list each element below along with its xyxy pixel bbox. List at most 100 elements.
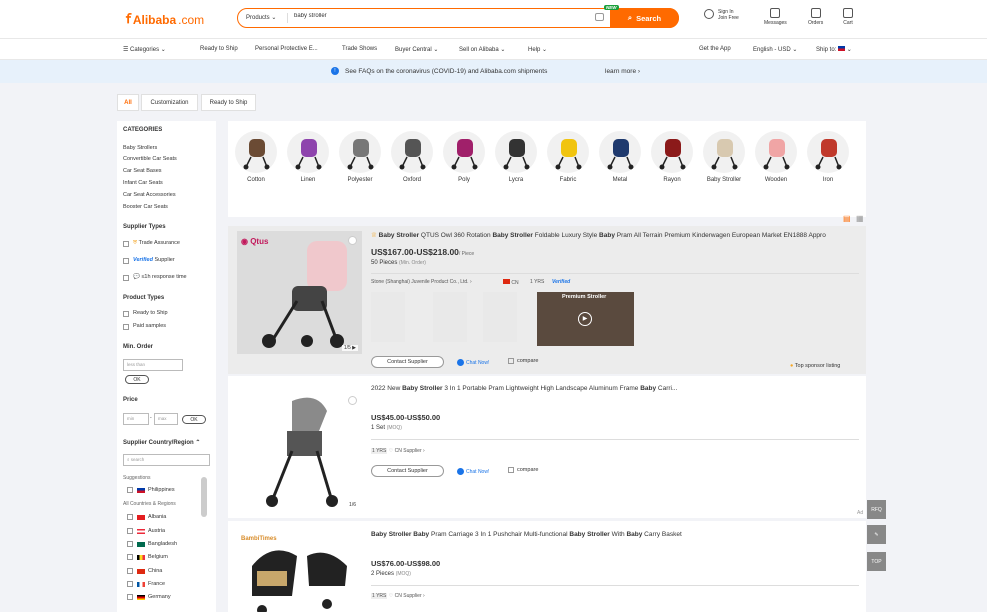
tab-ready-to-ship[interactable]: Ready to Ship: [201, 94, 256, 111]
grid-view-icon[interactable]: ▦: [856, 214, 864, 223]
category-tile[interactable]: Wooden: [753, 131, 799, 183]
favorite-heart-icon[interactable]: [348, 236, 357, 245]
sign-in-link[interactable]: Sign In Join Free: [704, 9, 739, 21]
nav-get-app[interactable]: Get the App: [699, 46, 731, 52]
verified-badge: Verified: [552, 279, 571, 285]
product-listing[interactable]: ◉ Qtus 1/5 ▶ ♕ Baby Stroller QTUS Owl 36…: [228, 214, 866, 374]
divider: [371, 439, 859, 440]
trade-assurance-checkbox[interactable]: [123, 241, 129, 247]
price-dash: -: [150, 415, 152, 421]
product-title[interactable]: 2022 New Baby Stroller 3 In 1 Portable P…: [371, 385, 677, 392]
supplier-name[interactable]: Stone (Shanghai) Juvenile Product Co., L…: [371, 279, 472, 285]
product-title[interactable]: ♕ Baby Stroller QTUS Owl 360 Rotation Ba…: [371, 231, 826, 239]
contact-supplier-button[interactable]: Contact Supplier: [371, 356, 444, 368]
tab-customization[interactable]: Customization: [141, 94, 198, 111]
nav-sell-on-alibaba[interactable]: Sell on Alibaba ⌄: [459, 46, 505, 53]
chat-now-link[interactable]: Chat Now!: [457, 468, 489, 475]
nav-ppe[interactable]: Personal Protective E...: [255, 46, 318, 52]
category-tile[interactable]: Oxford: [389, 131, 435, 183]
region-search-input[interactable]: ⌕ search: [123, 454, 210, 466]
country-checkbox[interactable]: [127, 554, 133, 560]
price-max-input[interactable]: max: [154, 413, 178, 425]
compare-checkbox[interactable]: compare: [508, 467, 538, 473]
camera-icon[interactable]: [595, 13, 604, 21]
category-link[interactable]: Infant Car Seats: [123, 180, 163, 186]
message-icon: [770, 8, 781, 18]
nav-buyer-central[interactable]: Buyer Central ⌄: [395, 46, 438, 53]
category-tile[interactable]: Baby Stroller: [701, 131, 747, 183]
category-tile[interactable]: Linen: [285, 131, 331, 183]
min-order-ok-button[interactable]: OK: [125, 375, 149, 384]
min-order-input[interactable]: less than: [123, 359, 183, 371]
product-listing[interactable]: 1/6 2022 New Baby Stroller 3 In 1 Portab…: [228, 376, 866, 518]
product-listing[interactable]: BambiTimes Baby Stroller Baby Pram Carri…: [228, 521, 866, 612]
compare-checkbox[interactable]: compare: [508, 358, 538, 364]
category-tile[interactable]: Rayon: [649, 131, 695, 183]
category-tile[interactable]: Iron: [805, 131, 851, 183]
price-min-input[interactable]: min: [123, 413, 149, 425]
ready-to-ship-checkbox[interactable]: [123, 311, 129, 317]
contact-supplier-button[interactable]: Contact Supplier: [371, 465, 444, 477]
nav-ready-to-ship[interactable]: Ready to Ship: [200, 46, 238, 52]
list-view-icon[interactable]: ▤: [843, 214, 851, 223]
nav-categories[interactable]: ☰ Categories ⌄: [123, 46, 166, 53]
chat-icon: [457, 468, 464, 475]
variant-thumb[interactable]: [371, 292, 405, 342]
product-image[interactable]: 1/6: [237, 381, 362, 511]
category-link[interactable]: Booster Car Seats: [123, 204, 168, 210]
favorite-heart-icon[interactable]: [348, 396, 357, 405]
messages-link[interactable]: Messages: [764, 8, 787, 26]
rfq-button[interactable]: RFQ: [867, 500, 886, 519]
back-to-top-button[interactable]: TOP: [867, 552, 886, 571]
search-type-select[interactable]: Products ⌄: [246, 14, 276, 21]
category-tile[interactable]: Fabric: [545, 131, 591, 183]
category-tile[interactable]: Metal: [597, 131, 643, 183]
category-link[interactable]: Car Seat Bases: [123, 168, 162, 174]
product-title[interactable]: Baby Stroller Baby Pram Carriage 3 In 1 …: [371, 531, 682, 538]
bangladesh-flag-icon: [137, 542, 145, 547]
variant-thumb[interactable]: [433, 292, 467, 342]
chat-icon: [457, 359, 464, 366]
alibaba-logo[interactable]: ꬵ Alibaba .com: [126, 10, 204, 29]
response-time-checkbox[interactable]: [123, 275, 129, 281]
country-checkbox[interactable]: [127, 594, 133, 600]
tab-all[interactable]: All: [117, 94, 139, 111]
ship-to-select[interactable]: Ship to: ⌄: [816, 46, 852, 53]
supplier-info[interactable]: 1 YRS ♡ CN Supplier ›: [371, 448, 425, 454]
product-image[interactable]: BambiTimes: [237, 526, 362, 612]
region-scrollbar[interactable]: [201, 477, 207, 517]
play-icon[interactable]: ▶: [578, 312, 592, 326]
category-tile[interactable]: Polyester: [337, 131, 383, 183]
category-tile[interactable]: Cotton: [233, 131, 279, 183]
verified-supplier-checkbox[interactable]: [123, 258, 129, 264]
min-order: 1 Set (MOQ): [371, 425, 402, 431]
country-checkbox[interactable]: [127, 581, 133, 587]
search-input[interactable]: [294, 13, 594, 19]
category-link[interactable]: Convertible Car Seats: [123, 156, 177, 162]
search-button[interactable]: ⌕ Search: [610, 8, 679, 28]
feedback-icon[interactable]: ✎: [867, 525, 886, 544]
paid-samples-checkbox[interactable]: [123, 324, 129, 330]
orders-link[interactable]: Orders: [808, 8, 823, 26]
category-link[interactable]: Baby Strollers: [123, 145, 157, 151]
learn-more-link[interactable]: learn more ›: [605, 68, 640, 75]
chat-now-link[interactable]: Chat Now!: [457, 359, 489, 366]
country-checkbox[interactable]: [127, 528, 133, 534]
supplier-info[interactable]: 1 YRS ♡ CN Supplier ›: [371, 593, 425, 599]
country-checkbox[interactable]: [127, 514, 133, 520]
country-checkbox[interactable]: [127, 568, 133, 574]
category-link[interactable]: Car Seat Accessories: [123, 192, 176, 198]
country-checkbox[interactable]: [127, 541, 133, 547]
category-tile[interactable]: Lycra: [493, 131, 539, 183]
country-checkbox[interactable]: [127, 487, 133, 493]
language-select[interactable]: English - USD ⌄: [753, 46, 797, 53]
nav-help[interactable]: Help ⌄: [528, 46, 547, 53]
category-tile[interactable]: Poly: [441, 131, 487, 183]
variant-thumb[interactable]: [483, 292, 517, 342]
supplier-country: CN: [503, 279, 519, 286]
cart-link[interactable]: Cart: [843, 8, 853, 26]
nav-trade-shows[interactable]: Trade Shows: [342, 46, 377, 52]
price-ok-button[interactable]: OK: [182, 415, 206, 424]
premium-video-thumb[interactable]: Premium Stroller ▶: [537, 292, 634, 346]
product-image[interactable]: ◉ Qtus 1/5 ▶: [237, 231, 362, 354]
